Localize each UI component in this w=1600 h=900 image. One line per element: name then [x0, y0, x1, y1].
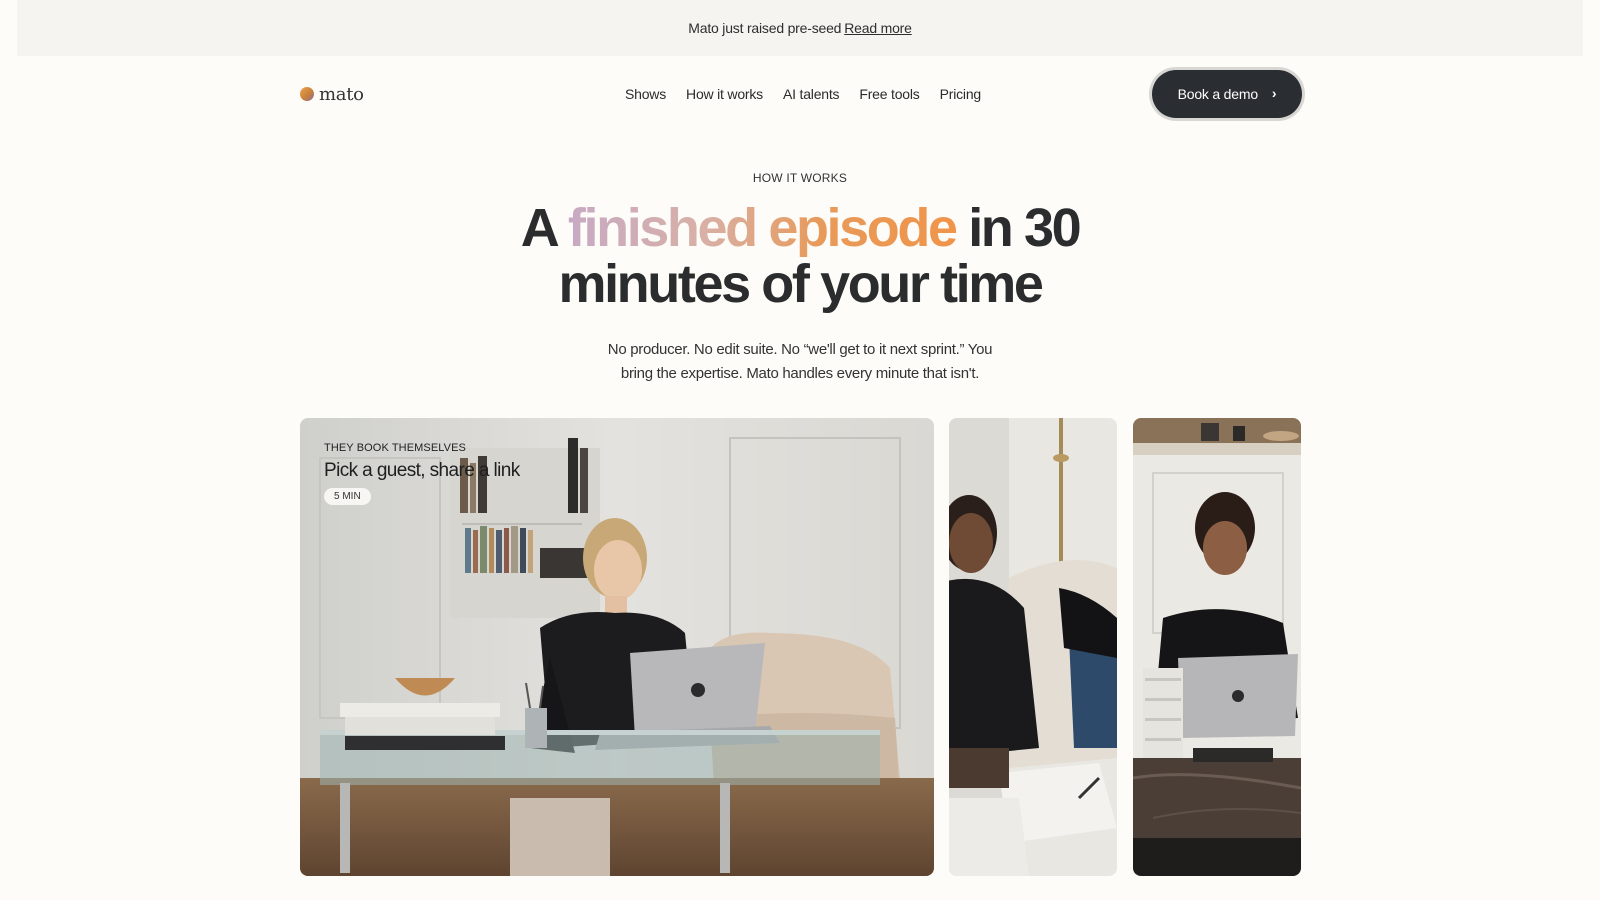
- card-kicker: THEY BOOK THEMSELVES: [324, 442, 466, 454]
- nav-item-how-it-works[interactable]: How it works: [686, 86, 763, 102]
- nav-item-ai-talents[interactable]: AI talents: [783, 86, 840, 102]
- logo[interactable]: mato: [300, 84, 364, 105]
- duration-badge: 5 MIN: [324, 488, 371, 505]
- hero-headline: A finished episode in 30 minutes of your…: [0, 200, 1600, 312]
- main-nav: mato Shows How it works AI talents Free …: [300, 70, 1302, 118]
- man-with-notebook-photo: [949, 418, 1117, 876]
- headline-highlight: finished episode: [567, 198, 958, 258]
- read-more-link[interactable]: Read more: [844, 20, 912, 36]
- hero-subtitle: No producer. No edit suite. No “we'll ge…: [607, 341, 993, 382]
- nav-menu: Shows How it works AI talents Free tools…: [625, 70, 981, 118]
- headline-part-b: in 30: [955, 198, 1081, 258]
- step-card-book-guest[interactable]: THEY BOOK THEMSELVES Pick a guest, share…: [300, 418, 934, 876]
- section-eyebrow: HOW IT WORKS: [752, 171, 848, 185]
- woman-with-laptop-photo: [1133, 418, 1301, 876]
- card-title: Pick a guest, share a link: [324, 460, 520, 481]
- card-label: THEY BOOK THEMSELVES Pick a guest, share…: [324, 442, 520, 505]
- step-card-recording[interactable]: [949, 418, 1117, 876]
- book-demo-label: Book a demo: [1177, 86, 1258, 102]
- announcement-text: Mato just raised pre-seed: [688, 20, 842, 36]
- logo-mark-icon: [300, 87, 314, 101]
- headline-line-2: minutes of your time: [558, 254, 1043, 314]
- nav-item-free-tools[interactable]: Free tools: [859, 86, 919, 102]
- book-demo-button[interactable]: Book a demo ›: [1152, 70, 1302, 118]
- logo-text: mato: [319, 83, 364, 105]
- headline-part-a: A: [520, 198, 568, 258]
- announcement-bar: Mato just raised pre-seed Read more: [17, 0, 1583, 56]
- nav-item-pricing[interactable]: Pricing: [940, 86, 982, 102]
- chevron-right-icon: ›: [1271, 85, 1277, 101]
- nav-item-shows[interactable]: Shows: [625, 86, 666, 102]
- step-card-editing[interactable]: [1133, 418, 1301, 876]
